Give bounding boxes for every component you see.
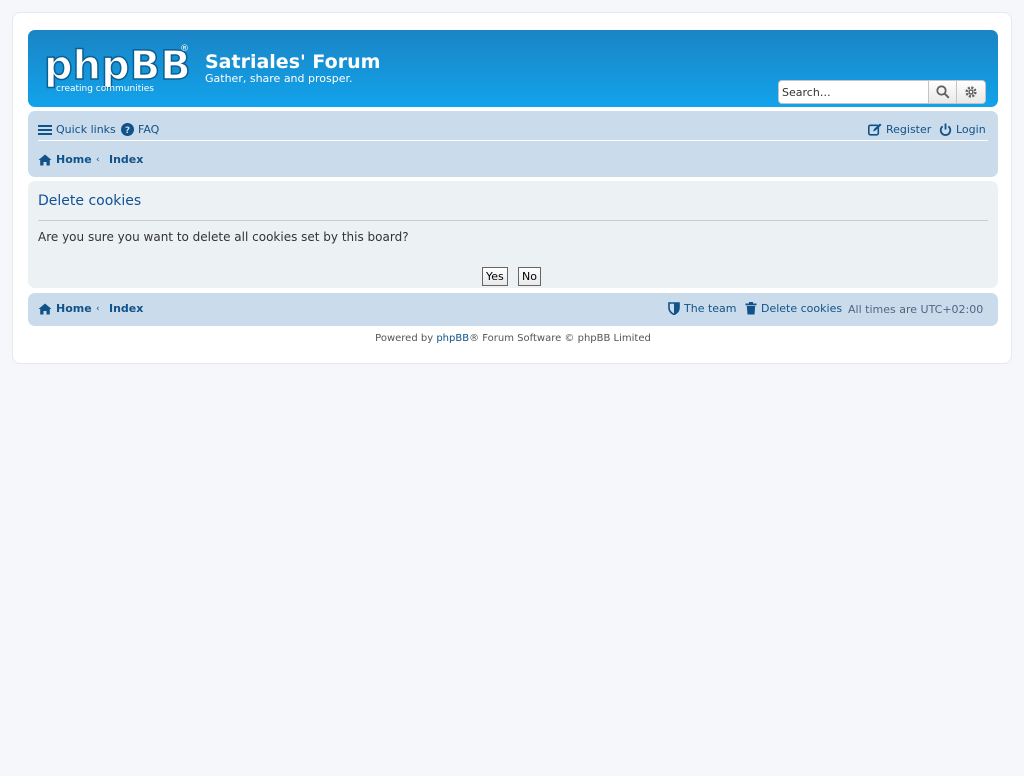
quick-links-label: Quick links xyxy=(56,123,116,136)
phpbb-link[interactable]: phpBB xyxy=(436,333,469,344)
copyright-text: ® Forum Software © phpBB Limited xyxy=(469,333,651,344)
breadcrumb-home[interactable]: Home xyxy=(38,153,92,166)
footer-breadcrumb-index-label: Index xyxy=(109,302,144,315)
register-link[interactable]: Register xyxy=(868,123,931,136)
svg-text:®: ® xyxy=(180,44,189,54)
footer-navbar: Home ‹ Index The team Delete cookies All… xyxy=(28,293,998,326)
search-button[interactable] xyxy=(929,81,958,103)
breadcrumb-home-label: Home xyxy=(56,153,92,166)
power-icon xyxy=(939,123,952,136)
site-logo[interactable]: phpBB ® creating communities xyxy=(42,41,192,97)
timezone-info: All times are UTC+02:00 xyxy=(848,303,983,316)
hamburger-icon xyxy=(38,124,52,136)
shield-icon xyxy=(668,302,680,315)
login-link[interactable]: Login xyxy=(939,123,986,136)
advanced-search-button[interactable] xyxy=(957,81,985,103)
navbar: Quick links ? FAQ Register Login Home ‹ … xyxy=(28,111,998,177)
the-team-label: The team xyxy=(684,302,737,315)
divider xyxy=(38,220,988,221)
search-box xyxy=(778,80,986,104)
delete-cookies-link[interactable]: Delete cookies xyxy=(745,302,842,315)
timezone-label: All times are xyxy=(848,303,918,316)
quick-links-menu[interactable]: Quick links xyxy=(38,123,116,136)
timezone-value: UTC+02:00 xyxy=(920,303,984,316)
header-bar: phpBB ® creating communities Satriales' … xyxy=(28,30,998,107)
breadcrumb-index[interactable]: Index xyxy=(109,153,143,166)
panel-title: Delete cookies xyxy=(38,193,142,209)
confirm-question: Are you sure you want to delete all cook… xyxy=(38,230,409,244)
yes-button[interactable]: Yes xyxy=(482,267,508,286)
svg-text:creating communities: creating communities xyxy=(56,84,154,94)
chevron-left-icon: ‹ xyxy=(96,304,100,314)
site-title: Satriales' Forum xyxy=(205,51,381,73)
the-team-link[interactable]: The team xyxy=(668,302,737,315)
confirm-panel: Delete cookies Are you sure you want to … xyxy=(28,181,998,288)
svg-text:phpBB: phpBB xyxy=(44,43,191,89)
page-wrapper: phpBB ® creating communities Satriales' … xyxy=(12,12,1012,364)
breadcrumb-index-label: Index xyxy=(109,153,144,166)
svg-text:?: ? xyxy=(125,126,130,136)
delete-cookies-label: Delete cookies xyxy=(761,302,843,315)
gear-icon xyxy=(964,85,978,99)
footer-breadcrumb-home[interactable]: Home xyxy=(38,302,92,315)
register-label: Register xyxy=(886,123,932,136)
chevron-left-icon: ‹ xyxy=(96,155,100,165)
breadcrumb: Home ‹ Index xyxy=(38,147,988,171)
copyright: Powered by phpBB® Forum Software © phpBB… xyxy=(13,333,1013,344)
footer-breadcrumb-index[interactable]: Index xyxy=(109,302,143,315)
login-label: Login xyxy=(956,123,986,136)
search-icon xyxy=(935,85,950,99)
no-button[interactable]: No xyxy=(518,267,541,286)
search-input[interactable] xyxy=(779,81,929,103)
edit-icon xyxy=(868,123,882,136)
trash-icon xyxy=(745,302,757,315)
site-description: Gather, share and prosper. xyxy=(205,72,353,85)
home-icon xyxy=(38,303,52,315)
footer-breadcrumb-home-label: Home xyxy=(56,302,92,315)
nav-linklist: Quick links ? FAQ Register Login xyxy=(38,117,988,141)
home-icon xyxy=(38,154,52,166)
faq-link[interactable]: ? FAQ xyxy=(121,123,159,136)
question-circle-icon: ? xyxy=(121,123,134,136)
faq-label: FAQ xyxy=(138,123,160,136)
powered-by-label: Powered by xyxy=(375,333,434,344)
